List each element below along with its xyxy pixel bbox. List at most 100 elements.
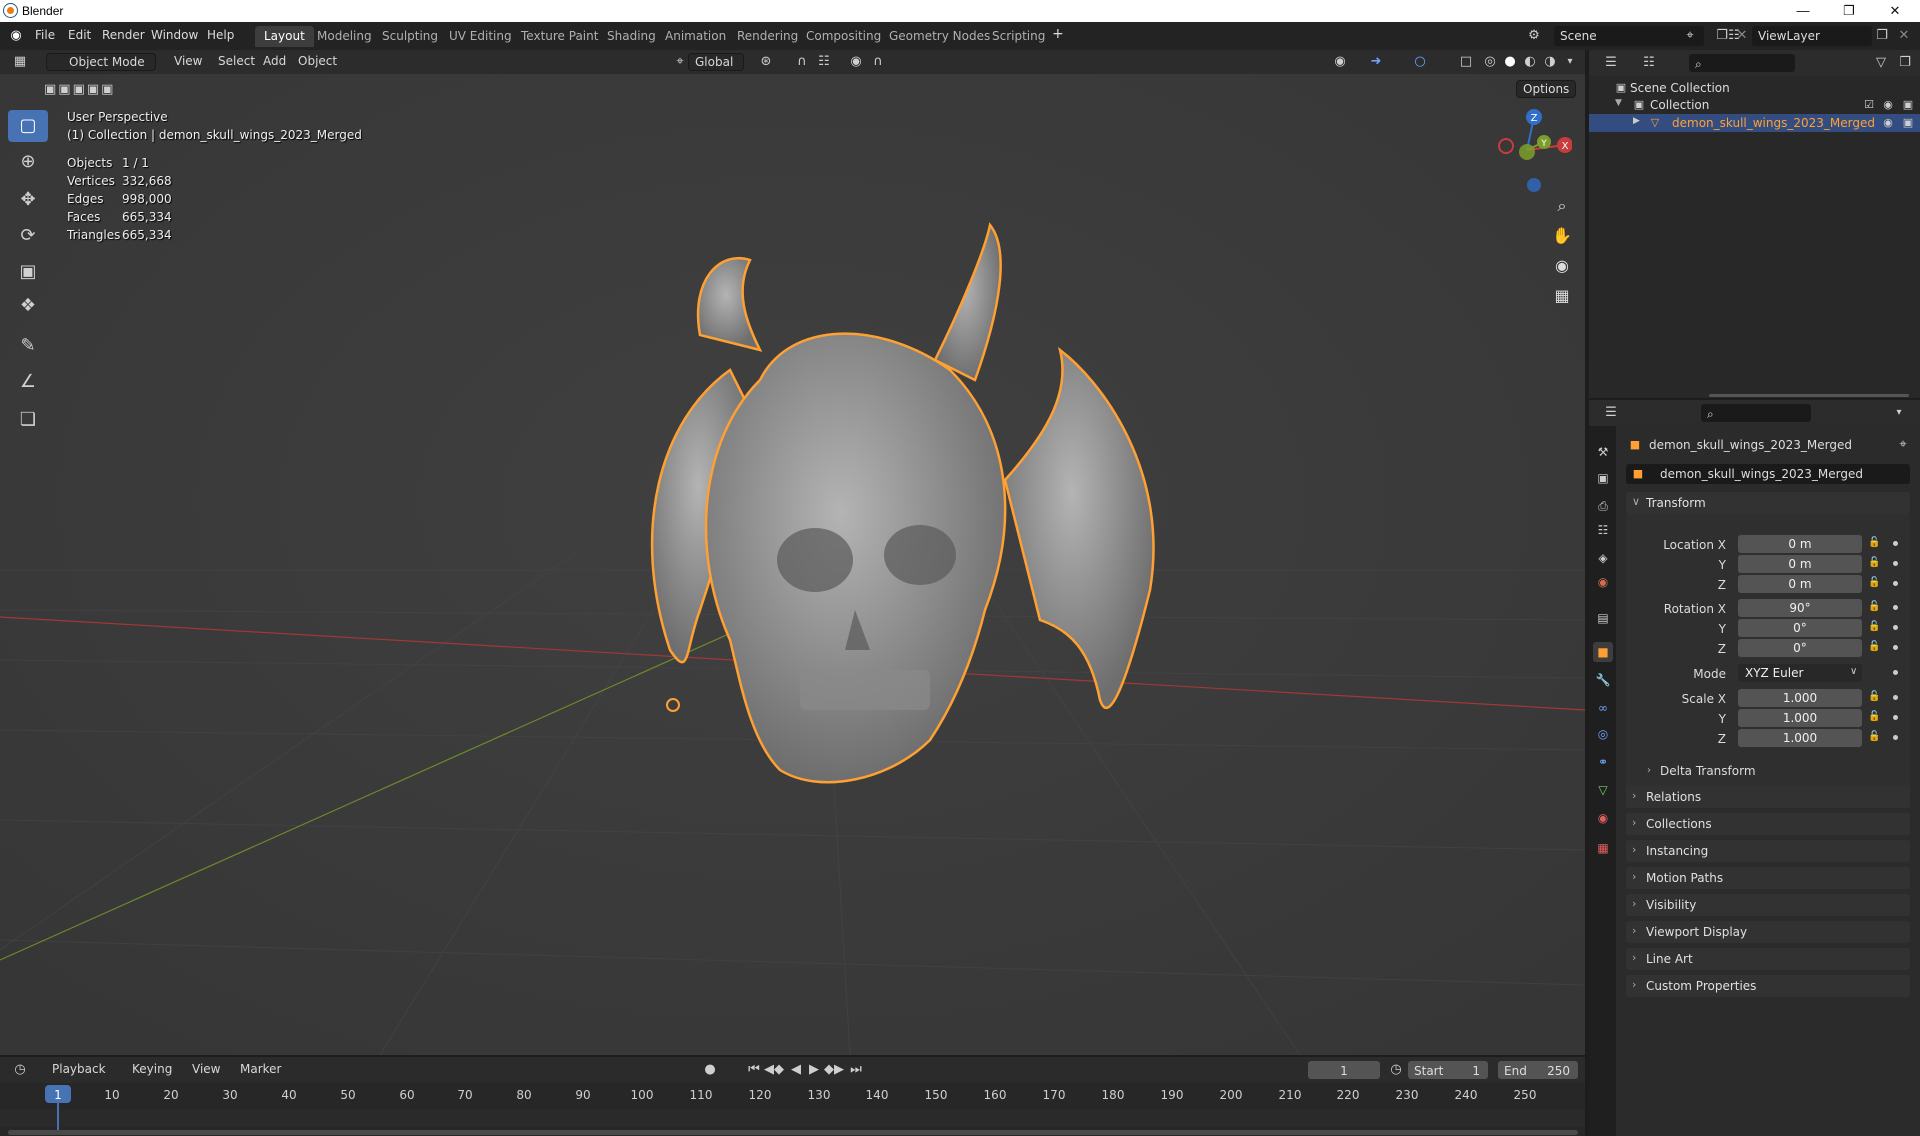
collection-camera-icon[interactable]: ▣ <box>1898 95 1918 115</box>
lock-icon[interactable]: 🔓 <box>1868 537 1880 548</box>
display-mode-icon[interactable]: ☷ <box>1639 53 1659 73</box>
object-menu[interactable]: Object <box>292 53 343 71</box>
next-keyframe-icon[interactable]: ◆▶ <box>824 1060 844 1080</box>
keyframe-dot-icon[interactable] <box>1893 645 1898 650</box>
keyframe-dot-icon[interactable] <box>1893 695 1898 700</box>
prev-keyframe-icon[interactable]: ◀◆ <box>764 1060 784 1080</box>
visibility-panel-header[interactable]: › Visibility <box>1626 894 1910 916</box>
jump-end-icon[interactable]: ⏭ <box>846 1060 866 1080</box>
keyframe-dot-icon[interactable] <box>1893 735 1898 740</box>
shading-options-icon[interactable]: ▾ <box>1560 52 1580 72</box>
scene-tab-icon[interactable]: ◈ <box>1593 548 1613 568</box>
tab-geometry-nodes[interactable]: Geometry Nodes <box>880 26 999 47</box>
record-icon[interactable]: ● <box>700 1060 720 1080</box>
relations-panel-header[interactable]: › Relations <box>1626 786 1910 808</box>
world-tab-icon[interactable]: ◉ <box>1593 572 1613 592</box>
object-eye-icon[interactable]: ◉ <box>1878 113 1898 133</box>
lock-icon[interactable]: 🔓 <box>1868 621 1880 632</box>
location-x-field[interactable]: 0 m <box>1738 535 1862 553</box>
close-icon[interactable]: ✕ <box>1872 1 1918 21</box>
overlays-icon[interactable]: ○ <box>1410 52 1430 72</box>
outliner-object-row[interactable]: ▶ ▽ demon_skull_wings_2023_Merged ◉ ▣ <box>1589 114 1920 132</box>
new-view-layer-icon[interactable]: ❐ <box>1872 26 1892 46</box>
custom-properties-panel-header[interactable]: › Custom Properties <box>1626 975 1910 997</box>
object-expand-icon[interactable]: ▶ <box>1633 116 1640 126</box>
motion-paths-panel-header[interactable]: › Motion Paths <box>1626 867 1910 889</box>
keying-menu[interactable]: Keying <box>126 1061 178 1079</box>
scene-collection-label[interactable]: Scene Collection <box>1630 81 1730 95</box>
data-tab-icon[interactable]: ▽ <box>1593 780 1613 800</box>
keyframe-dot-icon[interactable] <box>1893 581 1898 586</box>
tab-shading[interactable]: Shading <box>598 26 665 47</box>
selection-mode-icons[interactable]: ▣▣▣▣▣ <box>44 80 144 100</box>
tab-animation[interactable]: Animation <box>656 26 735 47</box>
material-shading-icon[interactable]: ◐ <box>1520 52 1540 72</box>
menu-help[interactable]: Help <box>207 28 234 42</box>
marker-menu[interactable]: Marker <box>234 1061 287 1079</box>
collection-tab-icon[interactable]: ▤ <box>1593 608 1613 628</box>
gizmo-icon[interactable]: ➜ <box>1366 52 1386 72</box>
delta-transform-header[interactable]: Delta Transform <box>1660 764 1756 778</box>
tab-compositing[interactable]: Compositing <box>797 26 890 47</box>
cursor-tool-icon[interactable]: ⊕ <box>8 146 48 178</box>
play-reverse-icon[interactable]: ◀ <box>786 1060 806 1080</box>
minimize-icon[interactable]: — <box>1780 1 1826 21</box>
collection-label[interactable]: Collection <box>1650 98 1709 112</box>
preview-range-icon[interactable]: ◷ <box>1386 1060 1406 1080</box>
new-collection-icon[interactable]: ❐ <box>1895 53 1915 73</box>
lock-icon[interactable]: 🔓 <box>1868 577 1880 588</box>
scale-y-field[interactable]: 1.000 <box>1738 709 1862 727</box>
lock-icon[interactable]: 🔓 <box>1868 691 1880 702</box>
annotate-tool-icon[interactable]: ✎ <box>8 330 48 362</box>
visibility-icon[interactable]: ◉ <box>1330 52 1350 72</box>
tab-rendering[interactable]: Rendering <box>728 26 807 47</box>
current-frame-field[interactable]: 1 <box>1308 1061 1380 1079</box>
keyframe-dot-icon[interactable] <box>1893 605 1898 610</box>
outliner-editor-icon[interactable]: ☰ <box>1601 53 1621 73</box>
view-layer-tab-icon[interactable]: ☷ <box>1593 520 1613 540</box>
select-menu[interactable]: Select <box>212 53 261 71</box>
object-datablock-icon[interactable]: ■ <box>1628 464 1648 484</box>
collection-eye-icon[interactable]: ◉ <box>1878 95 1898 115</box>
solid-shading-icon[interactable]: ● <box>1500 52 1520 72</box>
outliner-object-label[interactable]: demon_skull_wings_2023_Merged <box>1672 116 1875 130</box>
keyframe-dot-icon[interactable] <box>1893 715 1898 720</box>
rotation-z-field[interactable]: 0° <box>1738 639 1862 657</box>
delete-view-layer-icon[interactable]: ✕ <box>1894 26 1914 46</box>
collection-checkbox-icon[interactable]: ☑ <box>1859 95 1879 115</box>
transform-orientation-dropdown[interactable]: Global <box>688 53 744 71</box>
rotation-y-field[interactable]: 0° <box>1738 619 1862 637</box>
options-button[interactable]: Options <box>1516 80 1577 98</box>
wireframe-shading-icon[interactable]: ◎ <box>1480 52 1500 72</box>
falloff-icon[interactable]: ∩ <box>868 52 888 72</box>
collection-expand-icon[interactable]: ▼ <box>1615 98 1622 108</box>
select-box-tool-icon[interactable]: ▢ <box>8 110 48 142</box>
timeline-view-menu[interactable]: View <box>186 1061 226 1079</box>
delta-chevron-icon[interactable]: › <box>1647 765 1651 776</box>
3d-viewport[interactable]: ▦ Object Mode View Select Add Object ⌖ G… <box>0 50 1585 1055</box>
move-tool-icon[interactable]: ✥ <box>8 184 48 216</box>
view-layer-icon[interactable]: ☷ <box>1724 26 1744 46</box>
add-workspace-button[interactable]: + <box>1052 26 1064 42</box>
material-tab-icon[interactable]: ◉ <box>1593 808 1613 828</box>
tab-sculpting[interactable]: Sculpting <box>373 26 447 47</box>
properties-options-icon[interactable]: ▾ <box>1889 403 1909 423</box>
snap-target-icon[interactable]: ☷ <box>814 52 834 72</box>
timeline-track[interactable] <box>0 1109 1585 1127</box>
menu-file[interactable]: File <box>35 28 55 42</box>
add-cube-tool-icon[interactable]: ❏ <box>8 404 48 436</box>
measure-tool-icon[interactable]: ∠ <box>8 366 48 398</box>
properties-search-input[interactable]: ⌕ <box>1701 404 1811 422</box>
outliner-search-input[interactable]: ⌕ <box>1689 54 1795 72</box>
zoom-icon[interactable]: ⌕ <box>1548 192 1576 220</box>
keyframe-dot-icon[interactable] <box>1893 625 1898 630</box>
keyframe-dot-icon[interactable] <box>1893 670 1898 675</box>
filter-icon[interactable]: ▽ <box>1871 53 1891 73</box>
outliner-scrollbar[interactable] <box>1709 394 1909 397</box>
physics-tab-icon[interactable]: ◎ <box>1593 724 1613 744</box>
object-tab-icon[interactable]: ■ <box>1593 642 1613 662</box>
rotate-tool-icon[interactable]: ⟳ <box>8 220 48 252</box>
play-icon[interactable]: ▶ <box>804 1060 824 1080</box>
pivot-icon[interactable]: ⊛ <box>756 52 776 72</box>
menu-window[interactable]: Window <box>151 28 198 42</box>
